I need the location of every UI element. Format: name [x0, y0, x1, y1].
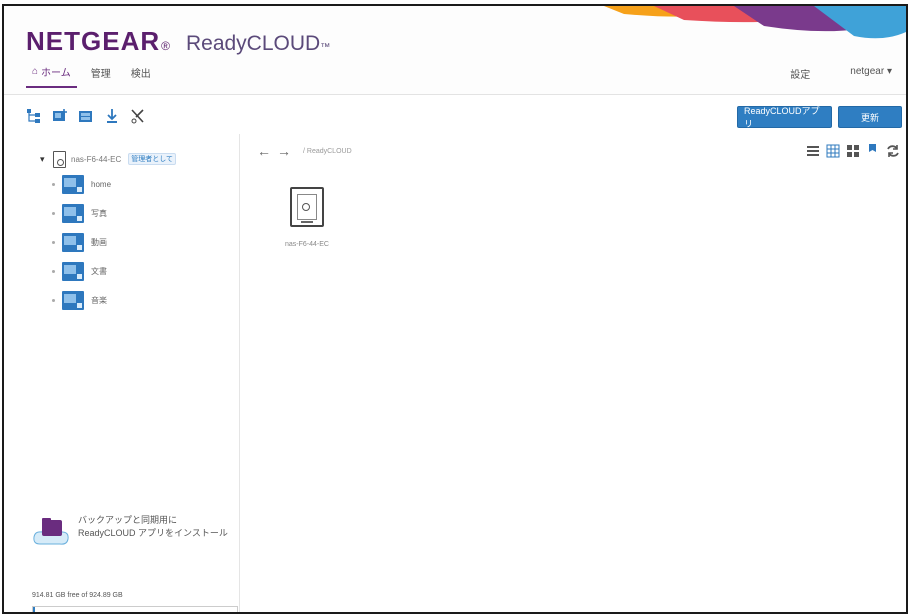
- storage-text: 914.81 GB free of 924.89 GB: [32, 592, 123, 599]
- logo: NETGEAR ® ReadyCLOUD ™: [26, 26, 330, 57]
- header-links: 設定 netgear ▾: [790, 66, 892, 81]
- tree-item-documents[interactable]: 文書: [40, 257, 176, 286]
- cloud-app-icon: [32, 514, 70, 550]
- tree-item-label: home: [91, 180, 112, 189]
- tree-dot: [52, 270, 55, 273]
- admin-badge: 管理者として: [128, 153, 177, 165]
- forward-arrow-icon[interactable]: →: [277, 144, 291, 158]
- action-buttons: ReadyCLOUDアプリ 更新: [737, 106, 902, 129]
- back-arrow-icon[interactable]: ←: [257, 144, 271, 158]
- app-promo[interactable]: バックアップと同期用に ReadyCLOUD アプリをインストール: [32, 514, 232, 550]
- brand-mark: ®: [161, 39, 170, 53]
- tree-item-photos[interactable]: 写真: [40, 199, 176, 228]
- storage-bar: [32, 606, 238, 612]
- download-icon[interactable]: [104, 108, 120, 124]
- product-trademark: ™: [320, 42, 331, 53]
- promo-text: バックアップと同期用に ReadyCLOUD アプリをインストール: [78, 515, 228, 538]
- app-window: NETGEAR ® ReadyCLOUD ™ ⌂ ホーム 管理 検出 設定 ne…: [2, 4, 908, 614]
- header-divider: [4, 94, 906, 95]
- tree-dot: [52, 299, 55, 302]
- product-name: ReadyCLOUD: [185, 32, 321, 55]
- share-folder-icon[interactable]: [78, 108, 94, 124]
- nas-device-icon: [53, 150, 66, 168]
- tree-item-music[interactable]: 音楽: [40, 286, 176, 315]
- tree-item-home[interactable]: home: [40, 170, 176, 199]
- new-folder-icon[interactable]: [52, 108, 68, 124]
- tree-item-label: 写真: [91, 209, 107, 218]
- list-view-icon[interactable]: [806, 144, 820, 158]
- nav-home[interactable]: ⌂ ホーム: [26, 64, 77, 88]
- folder-icon: [62, 233, 84, 252]
- main-nav: ⌂ ホーム 管理 検出: [26, 64, 165, 88]
- file-toolbar: [26, 108, 146, 124]
- readycloud-app-button[interactable]: ReadyCLOUDアプリ: [737, 106, 832, 129]
- folder-tree-pane: ▾ nas-F6-44-EC 管理者として home 写真 動画 文書 音楽 バ…: [4, 134, 240, 612]
- settings-link[interactable]: 設定: [790, 66, 810, 81]
- nas-device-tile[interactable]: nas-F6-44-EC: [272, 187, 342, 248]
- grid-view-icon[interactable]: [846, 144, 860, 158]
- header: NETGEAR ® ReadyCLOUD ™ ⌂ ホーム 管理 検出 設定 ne…: [4, 6, 906, 94]
- tree-item-label: 音楽: [91, 296, 107, 305]
- breadcrumb[interactable]: / ReadyCLOUD: [303, 148, 352, 155]
- tree-item-label: 動画: [91, 238, 107, 247]
- folder-icon: [62, 175, 84, 194]
- folder-icon: [62, 204, 84, 223]
- detail-view-icon[interactable]: [826, 144, 840, 158]
- folder-icon: [62, 262, 84, 281]
- tree-dot: [52, 183, 55, 186]
- tree-item-videos[interactable]: 動画: [40, 228, 176, 257]
- path-bar: ← → / ReadyCLOUD: [257, 144, 352, 158]
- view-controls: [806, 144, 900, 158]
- home-icon: ⌂: [32, 66, 39, 77]
- device-label: nas-F6-44-EC: [285, 241, 329, 248]
- cut-icon[interactable]: [130, 108, 146, 124]
- tree-icon[interactable]: [26, 108, 42, 124]
- nas-device-icon: [290, 187, 324, 227]
- tree-dot: [52, 212, 55, 215]
- folder-icon: [62, 291, 84, 310]
- nav-discover-label: 検出: [130, 69, 151, 80]
- brand-swoosh: [604, 6, 906, 39]
- refresh-button[interactable]: 更新: [838, 106, 902, 128]
- tree-dot: [52, 241, 55, 244]
- expand-caret-icon[interactable]: ▾: [40, 154, 48, 165]
- tree-root-label: nas-F6-44-EC: [71, 154, 122, 164]
- nav-discover[interactable]: 検出: [125, 64, 157, 88]
- folder-tree: ▾ nas-F6-44-EC 管理者として home 写真 動画 文書 音楽: [40, 148, 177, 315]
- nav-manage[interactable]: 管理: [85, 64, 117, 88]
- refresh-icon[interactable]: [886, 144, 900, 158]
- nav-manage-label: 管理: [90, 69, 111, 80]
- user-menu[interactable]: netgear ▾: [850, 66, 892, 81]
- storage-bar-fill: [33, 607, 36, 612]
- bookmark-icon[interactable]: [866, 144, 880, 158]
- brand-name: NETGEAR: [26, 26, 161, 56]
- tree-root[interactable]: ▾ nas-F6-44-EC 管理者として: [40, 148, 177, 170]
- tree-item-label: 文書: [91, 267, 107, 276]
- nav-home-label: ホーム: [41, 68, 71, 79]
